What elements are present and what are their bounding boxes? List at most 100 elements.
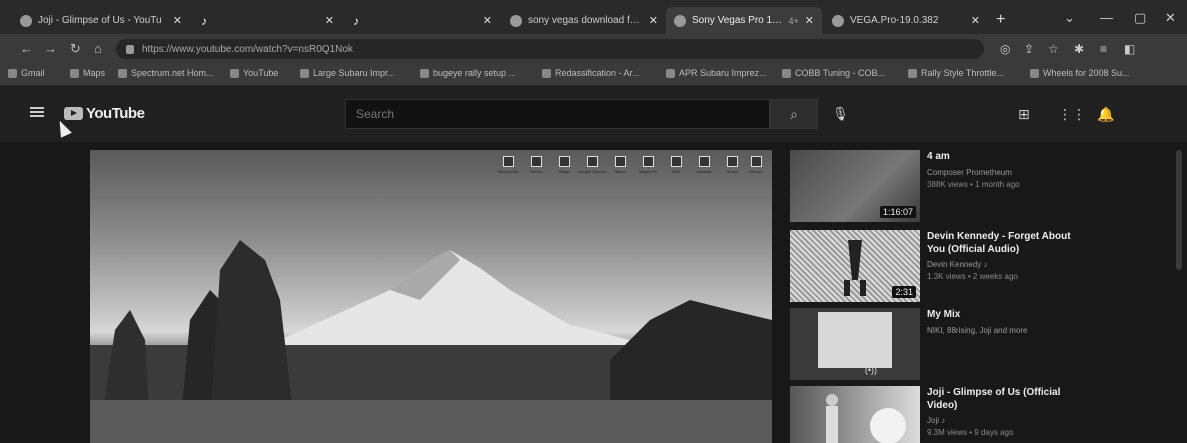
bookmark-redassification[interactable]: Redassification - Ar... xyxy=(542,68,640,78)
page-icon xyxy=(420,68,429,78)
mix-radio-icon: (•)) xyxy=(864,365,877,375)
up-next-item[interactable]: 2:31 Devin Kennedy - Forget About You (O… xyxy=(790,230,1180,302)
youtube-logo[interactable]: YouTube xyxy=(64,105,145,122)
bookmark-cobb[interactable]: COBB Tuning - COB... xyxy=(782,68,885,78)
thumbnail-scene xyxy=(826,394,906,443)
duration-badge: 1:16:07 xyxy=(879,206,916,218)
bookmark-apr-subaru[interactable]: APR Subaru Imprez... xyxy=(666,68,767,78)
video-player[interactable]: Recycle Bin Firefox Vegas Google Chrome … xyxy=(90,150,772,443)
apps-grid-icon[interactable]: ⋮⋮ xyxy=(1058,106,1086,122)
video-thumbnail[interactable]: 1:16:07 xyxy=(790,150,920,222)
tab-label: sony vegas download free xyxy=(528,15,643,26)
maximize-icon[interactable]: ▢ xyxy=(1134,10,1146,26)
notifications-bell-icon[interactable]: 🔔 xyxy=(1097,106,1114,122)
close-tab-icon[interactable]: ✕ xyxy=(971,14,980,27)
channel-name[interactable]: Devin Kennedy ♪ xyxy=(927,260,987,269)
close-tab-icon[interactable]: ✕ xyxy=(325,14,334,27)
home-icon[interactable]: ⌂ xyxy=(94,41,102,57)
minimize-icon[interactable]: — xyxy=(1100,10,1113,25)
tab-label: Joji - Glimpse of Us - YouTu xyxy=(38,15,162,26)
microphone-icon[interactable]: 🎙 xyxy=(832,106,849,122)
bookmark-star-icon[interactable]: ☆ xyxy=(1048,42,1059,56)
up-next-item[interactable]: Joji - Glimpse of Us (Official Video) Jo… xyxy=(790,386,1180,443)
video-thumbnail[interactable]: 2:31 xyxy=(790,230,920,302)
menu-icon[interactable] xyxy=(30,107,44,117)
browser-window: Joji - Glimpse of Us - YouTu ✕ ♪ ✕ ♪ ✕ s… xyxy=(0,0,1187,443)
url-text: https://www.youtube.com/watch?v=nsR0Q1No… xyxy=(142,43,353,55)
page-icon xyxy=(782,68,791,78)
tab-joji[interactable]: Joji - Glimpse of Us - YouTu ✕ xyxy=(12,7,190,34)
tab-vega-pro[interactable]: VEGA.Pro-19.0.382 ✕ xyxy=(824,7,988,34)
bookmark-maps[interactable]: Maps xyxy=(70,68,105,78)
search-button[interactable]: ⌕ xyxy=(770,99,818,129)
bookmark-wheels[interactable]: Wheels for 2008 Su... xyxy=(1030,68,1130,78)
bookmark-gmail[interactable]: Gmail xyxy=(8,68,45,78)
video-thumbnail[interactable] xyxy=(790,386,920,443)
tab-strip: Joji - Glimpse of Us - YouTu ✕ ♪ ✕ ♪ ✕ s… xyxy=(0,0,1187,34)
browser-toolbar: ← → ↻ ⌂ https://www.youtube.com/watch?v=… xyxy=(0,34,1187,64)
side-panel-icon[interactable]: ◧ xyxy=(1124,42,1135,56)
up-next-item[interactable]: (•)) My Mix NIKI, 88rising, Joji and mor… xyxy=(790,308,1180,380)
treeline-right xyxy=(610,300,772,400)
video-title[interactable]: 4 am xyxy=(927,150,1087,163)
mix-thumbnail[interactable]: (•)) xyxy=(790,308,920,380)
mix-artwork xyxy=(818,312,892,368)
back-arrow-icon[interactable]: ← xyxy=(20,41,33,57)
channel-name[interactable]: Joji ♪ xyxy=(927,416,945,425)
page-icon xyxy=(908,68,917,78)
bookmark-label: Spectrum.net Hom... xyxy=(131,68,214,78)
tab-label: VEGA.Pro-19.0.382 xyxy=(850,15,939,26)
bookmark-youtube[interactable]: YouTube xyxy=(230,68,278,78)
tab-label: Sony Vegas Pro 19 Cra xyxy=(692,15,785,26)
bookmark-label: Redassification - Ar... xyxy=(555,68,640,78)
desktop-icon: Steam xyxy=(612,156,628,176)
video-title[interactable]: Joji - Glimpse of Us (Official Video) xyxy=(927,386,1087,412)
close-tab-icon[interactable]: ✕ xyxy=(173,14,182,27)
close-tab-icon[interactable]: ✕ xyxy=(649,14,658,27)
page-scrollbar[interactable] xyxy=(1176,150,1182,270)
reading-list-icon[interactable]: ≡ xyxy=(1100,42,1107,56)
tab-sony-vegas[interactable]: Sony Vegas Pro 19 Cra 4+ ✕ xyxy=(666,7,822,34)
bookmark-bugeye[interactable]: bugeye rally setup ... xyxy=(420,68,516,78)
mix-artists: NIKI, 88rising, Joji and more xyxy=(927,326,1028,335)
youtube-favicon-icon xyxy=(230,68,239,78)
create-video-icon[interactable]: ⊞ xyxy=(1018,106,1030,122)
bookmark-subaru-impreza[interactable]: Large Subaru Impr... xyxy=(300,68,395,78)
desktop-icon: Recycle Bin xyxy=(497,156,519,176)
search-icon: ⌕ xyxy=(790,106,798,122)
reload-icon[interactable]: ↻ xyxy=(70,41,81,57)
gmail-icon xyxy=(8,68,17,78)
mountain-peak xyxy=(280,250,650,350)
address-bar[interactable]: https://www.youtube.com/watch?v=nsR0Q1No… xyxy=(116,39,984,59)
bookmark-label: APR Subaru Imprez... xyxy=(679,68,767,78)
close-tab-icon[interactable]: ✕ xyxy=(483,14,492,27)
video-title[interactable]: My Mix xyxy=(927,308,1087,321)
desktop-icon: Vegas Pro xyxy=(639,156,657,176)
video-title[interactable]: Devin Kennedy - Forget About You (Offici… xyxy=(927,230,1087,256)
forward-arrow-icon[interactable]: → xyxy=(44,41,57,57)
page-icon xyxy=(1030,68,1039,78)
channel-name[interactable]: Composer Prometheum xyxy=(927,168,1012,177)
search-input[interactable]: Search xyxy=(345,99,770,129)
up-next-item[interactable]: 1:16:07 4 am Composer Prometheum 388K vi… xyxy=(790,150,1180,222)
share-icon[interactable]: ⇪ xyxy=(1024,42,1034,56)
tiktok-icon: ♪ xyxy=(201,13,207,28)
desktop-icon: iTunes xyxy=(724,156,740,176)
tab-tiktok-2[interactable]: ♪ ✕ xyxy=(342,7,500,34)
bookmark-label: bugeye rally setup ... xyxy=(433,68,517,78)
spectrum-icon xyxy=(118,68,127,78)
close-tab-icon[interactable]: ✕ xyxy=(805,14,814,27)
youtube-header: YouTube Search ⌕ 🎙 ⊞ ⋮⋮ 🔔 xyxy=(0,86,1187,142)
new-tab-button[interactable]: + xyxy=(996,12,1005,28)
bookmark-rally-throttle[interactable]: Rally Style Throttle... xyxy=(908,68,1004,78)
google-lens-icon[interactable]: ◎ xyxy=(1000,42,1010,56)
bookmark-label: Maps xyxy=(83,68,106,78)
bookmark-spectrum[interactable]: Spectrum.net Hom... xyxy=(118,68,214,78)
tab-tiktok-1[interactable]: ♪ ✕ xyxy=(190,7,342,34)
tab-google-search[interactable]: sony vegas download free ✕ xyxy=(502,7,666,34)
close-window-icon[interactable]: ✕ xyxy=(1165,10,1176,26)
desktop-icon: Vegas xyxy=(556,156,572,176)
extensions-icon[interactable]: ✱ xyxy=(1074,42,1084,56)
chevron-down-icon[interactable]: ⌄ xyxy=(1064,10,1075,26)
bookmarks-bar: Gmail Maps Spectrum.net Hom... YouTube L… xyxy=(0,64,1187,86)
